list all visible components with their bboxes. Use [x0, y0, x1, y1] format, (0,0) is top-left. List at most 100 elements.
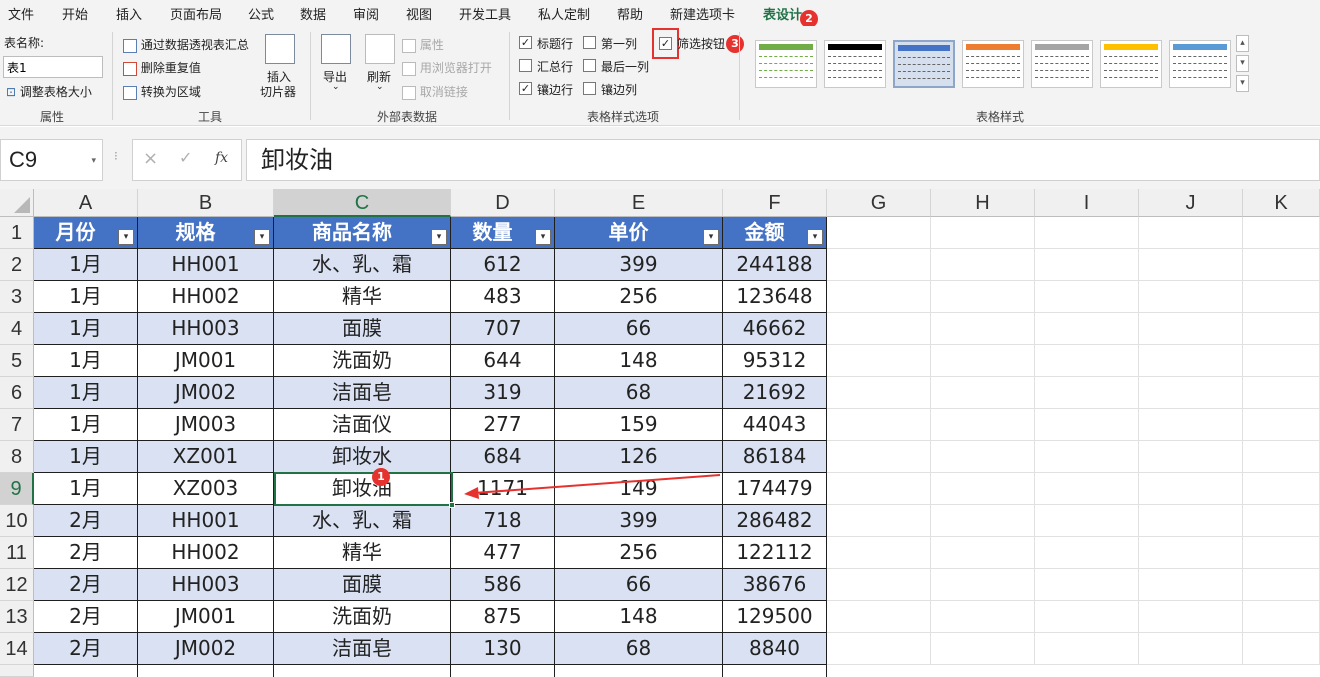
ribbon: 表名称: ⊡ 调整表格大小 属性 通过数据透视表汇总 删除重复值 转换为区域 插…	[0, 26, 1320, 126]
swatch-line	[1104, 56, 1158, 57]
table-style-swatch-5[interactable]	[1100, 40, 1162, 88]
resize-table-button[interactable]: ⊡ 调整表格大小	[6, 83, 92, 100]
menu-tab-1[interactable]: 开始	[62, 4, 88, 23]
menu-tab-0[interactable]: 文件	[8, 4, 34, 23]
unlink-button[interactable]: 取消链接	[402, 83, 468, 100]
swatch-line	[828, 77, 882, 78]
swatch-line	[898, 71, 950, 72]
open-in-browser-button[interactable]: 用浏览器打开	[402, 59, 492, 76]
table-style-swatch-6[interactable]	[1169, 40, 1231, 88]
menu-tab-10[interactable]: 帮助	[617, 4, 643, 23]
convert-range-icon	[123, 85, 137, 100]
resize-icon: ⊡	[6, 85, 17, 99]
cancel-icon[interactable]: ×	[143, 148, 158, 169]
swatch-header-bar	[1035, 44, 1089, 50]
last-column-option[interactable]: 最后一列	[583, 58, 653, 74]
slicer-icon	[265, 34, 295, 64]
menu-tab-9[interactable]: 私人定制	[538, 4, 590, 23]
swatch-line	[898, 64, 950, 65]
group-label-style-options: 表格样式选项	[587, 110, 660, 124]
filter-button-label: 筛选按钮	[677, 37, 726, 51]
menu-tab-5[interactable]: 数据	[300, 4, 326, 23]
swatch-line	[966, 77, 1020, 78]
export-button[interactable]: 导出 ⌄	[318, 34, 354, 104]
spreadsheet-grid: ABCDEFGHIJK 1 2 3 4 5 6 7 8 9 10 11 12 13 14 月份 ▾ 规格 ▾ 商品…	[0, 189, 1320, 677]
gallery-scroll-down-button[interactable]: ▾	[1236, 55, 1249, 72]
badge-3: 3	[726, 35, 744, 53]
swatch-header-bar	[828, 44, 882, 50]
pivot-summary-button[interactable]: 通过数据透视表汇总	[123, 36, 249, 53]
filter-button-option[interactable]: ✓ 筛选按钮	[652, 28, 732, 60]
formula-bar-grip-icon: ⁝	[114, 149, 118, 163]
header-row-label: 标题行	[537, 37, 574, 51]
last-column-checkbox[interactable]	[583, 59, 596, 72]
table-name-input[interactable]	[3, 56, 103, 78]
menu-tab-2[interactable]: 插入	[116, 4, 142, 23]
remove-duplicates-label: 删除重复值	[140, 61, 201, 75]
formula-bar: C9 ▾ ⁝ × ✓ fx 卸妆油	[0, 127, 1320, 189]
insert-function-icon[interactable]: fx	[215, 150, 228, 166]
header-row-checkbox[interactable]: ✓	[519, 36, 532, 49]
swatch-line	[898, 78, 950, 79]
filter-button-checkbox[interactable]: ✓	[659, 37, 672, 50]
gallery-scroll-up-button[interactable]: ▴	[1236, 35, 1249, 52]
banded-rows-option[interactable]: ✓ 镶边行	[519, 81, 581, 97]
export-icon	[321, 34, 351, 64]
unlink-icon	[402, 85, 416, 100]
swatch-line	[1104, 70, 1158, 71]
menu-tab-3[interactable]: 页面布局	[170, 4, 222, 23]
ribbon-separator	[310, 32, 311, 120]
swatch-header-bar	[966, 44, 1020, 50]
total-row-option[interactable]: 汇总行	[519, 58, 581, 74]
table-style-swatch-1[interactable]	[824, 40, 886, 88]
name-box-value: C9	[9, 147, 38, 172]
swatch-line	[1035, 70, 1089, 71]
name-box[interactable]: C9 ▾	[0, 139, 103, 181]
pivot-summary-label: 通过数据透视表汇总	[140, 38, 249, 52]
table-style-swatch-0[interactable]	[755, 40, 817, 88]
swatch-line	[966, 56, 1020, 57]
refresh-button[interactable]: 刷新 ⌄	[362, 34, 398, 104]
table-style-swatch-4[interactable]	[1031, 40, 1093, 88]
banded-columns-label: 镶边列	[601, 83, 638, 97]
remove-duplicates-button[interactable]: 删除重复值	[123, 59, 201, 76]
ribbon-separator	[739, 32, 740, 120]
properties-button[interactable]: 属性	[402, 36, 444, 53]
menu-tab-4[interactable]: 公式	[248, 4, 274, 23]
menu-tab-8[interactable]: 开发工具	[459, 4, 511, 23]
ribbon-separator	[112, 32, 113, 120]
swatch-line	[966, 63, 1020, 64]
remove-duplicates-icon	[123, 61, 137, 76]
header-row-option[interactable]: ✓ 标题行	[519, 35, 581, 51]
menu-tab-11[interactable]: 新建选项卡	[670, 4, 735, 23]
convert-to-range-button[interactable]: 转换为区域	[123, 83, 201, 100]
convert-to-range-label: 转换为区域	[140, 85, 201, 99]
enter-icon[interactable]: ✓	[179, 148, 192, 167]
name-box-dropdown-icon[interactable]: ▾	[91, 140, 96, 180]
swatch-line	[828, 63, 882, 64]
menu-tab-6[interactable]: 审阅	[353, 4, 379, 23]
swatch-header-bar	[1173, 44, 1227, 50]
swatch-line	[828, 56, 882, 57]
first-column-option[interactable]: 第一列	[583, 35, 645, 51]
table-style-swatch-3[interactable]	[962, 40, 1024, 88]
menu-tab-12[interactable]: 表设计	[763, 4, 803, 29]
table-style-swatch-2[interactable]	[893, 40, 955, 88]
banded-rows-checkbox[interactable]: ✓	[519, 82, 532, 95]
group-label-tools: 工具	[198, 110, 223, 124]
swatch-line	[759, 56, 813, 57]
first-column-checkbox[interactable]	[583, 36, 596, 49]
banded-columns-checkbox[interactable]	[583, 82, 596, 95]
formula-input[interactable]: 卸妆油	[246, 139, 1320, 181]
insert-slicer-button[interactable]: 插入 切片器	[258, 34, 302, 104]
first-column-label: 第一列	[601, 37, 638, 51]
banded-columns-option[interactable]: 镶边列	[583, 81, 645, 97]
total-row-checkbox[interactable]	[519, 59, 532, 72]
swatch-line	[1173, 70, 1227, 71]
gallery-expand-button[interactable]: ▾	[1236, 75, 1249, 92]
swatch-line	[1173, 63, 1227, 64]
swatch-header-bar	[759, 44, 813, 50]
menu-tab-7[interactable]: 视图	[406, 4, 432, 23]
swatch-line	[966, 70, 1020, 71]
table-name-label: 表名称:	[4, 36, 45, 50]
